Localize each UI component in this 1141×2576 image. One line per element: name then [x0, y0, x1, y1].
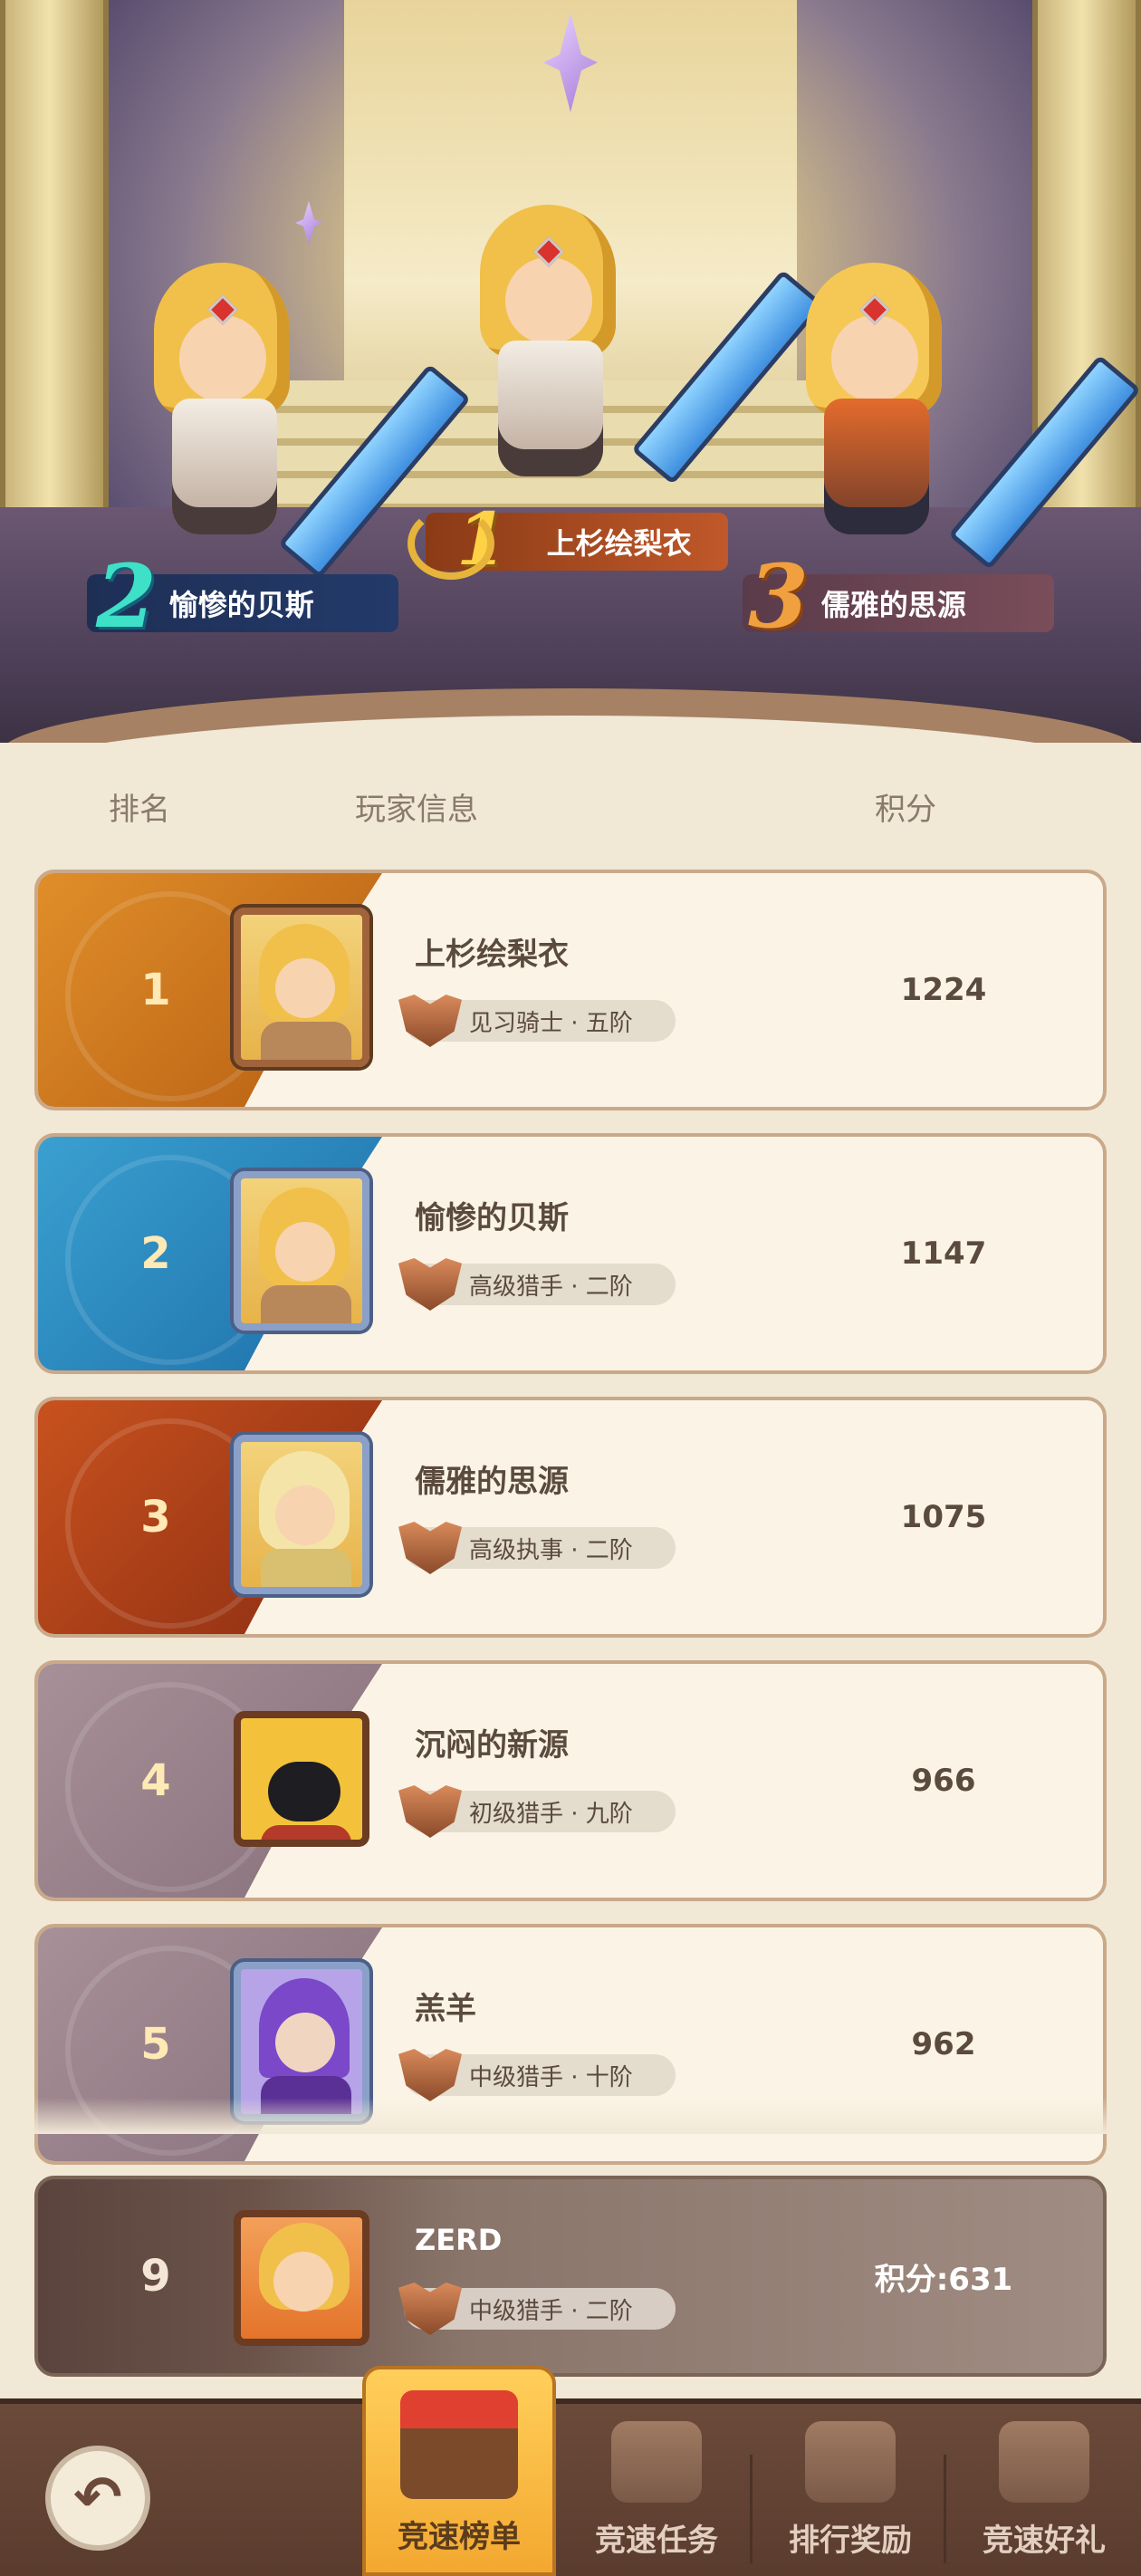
rank-badge-icon — [398, 2283, 462, 2335]
player-title: 高级执事 · 二阶 — [398, 1522, 676, 1574]
tab-race-ranking[interactable]: 竞速榜单 — [362, 2366, 556, 2576]
player-title-text: 中级猎手 · 十阶 — [469, 2063, 633, 2091]
ranking-row[interactable]: 2 愉惨的贝斯 高级猎手 · 二阶 1147 — [34, 1133, 1107, 1374]
player-title-text: 高级猎手 · 二阶 — [469, 1273, 633, 1301]
rank-number: 4 — [140, 1755, 171, 1806]
podium-hero: 2 愉惨的贝斯 1 上杉绘梨衣 3 儒雅的思源 — [0, 0, 1141, 743]
back-arrow-icon: ↶ — [73, 2465, 122, 2532]
rank-badge-icon — [398, 1785, 462, 1838]
tab-race-tasks[interactable]: 竞速任务 — [560, 2417, 753, 2576]
player-score: 1224 — [900, 972, 987, 1008]
player-score: 966 — [911, 1763, 976, 1799]
column-header-player: 玩家信息 — [355, 792, 478, 828]
crystal-icon — [295, 201, 322, 245]
gift-box-icon — [805, 2421, 896, 2503]
avatar[interactable] — [234, 908, 369, 1067]
player-title: 初级猎手 · 九阶 — [398, 1785, 676, 1838]
podium-character-2[interactable] — [136, 263, 472, 580]
my-player-title-text: 中级猎手 · 二阶 — [469, 2297, 633, 2325]
tab-label: 竞速任务 — [595, 2523, 718, 2559]
podium-player-name: 愉惨的贝斯 — [168, 588, 314, 622]
list-fade — [0, 2098, 1141, 2134]
player-score: 1075 — [900, 1499, 987, 1535]
podium-rank-number: 2 — [96, 545, 157, 648]
rank-badge-icon — [398, 1258, 462, 1311]
player-title-text: 见习骑士 · 五阶 — [469, 1009, 633, 1037]
podium-tag-2: 2 愉惨的贝斯 — [87, 553, 398, 640]
tab-label: 竞速好礼 — [983, 2523, 1106, 2559]
rank-badge-icon — [398, 1522, 462, 1574]
tab-race-gifts[interactable]: 竞速好礼 — [947, 2417, 1141, 2576]
treasure-bag-icon — [999, 2421, 1089, 2503]
avatar[interactable] — [234, 1171, 369, 1331]
tab-label: 排行奖励 — [789, 2523, 912, 2559]
podium-character-3[interactable] — [788, 263, 1141, 571]
player-name: 愉惨的贝斯 — [415, 1200, 569, 1236]
my-player-title: 中级猎手 · 二阶 — [398, 2283, 676, 2335]
player-name: 儒雅的思源 — [415, 1464, 569, 1500]
player-name: 羔羊 — [415, 1991, 476, 2027]
ranking-row[interactable]: 1 上杉绘梨衣 见习骑士 · 五阶 1224 — [34, 870, 1107, 1110]
my-ranking-row[interactable]: 9 ZERD 中级猎手 · 二阶 积分:631 — [34, 2176, 1107, 2377]
hall-pillar-left — [0, 0, 109, 580]
shop-stall-icon — [400, 2390, 518, 2499]
player-name: 上杉绘梨衣 — [415, 937, 569, 973]
player-title: 见习骑士 · 五阶 — [398, 995, 676, 1047]
back-button[interactable]: ↶ — [45, 2446, 150, 2551]
podium-tag-1: 1 上杉绘梨衣 — [408, 503, 728, 580]
avatar[interactable] — [234, 1711, 369, 1847]
my-player-name: ZERD — [415, 2223, 503, 2257]
rank-number: 2 — [140, 1228, 171, 1279]
podium-player-name: 儒雅的思源 — [820, 588, 966, 622]
player-name: 沉闷的新源 — [415, 1727, 569, 1764]
avatar[interactable] — [234, 1435, 369, 1594]
column-header-score: 积分 — [875, 792, 936, 828]
player-title-text: 高级执事 · 二阶 — [469, 1536, 633, 1564]
my-rank-number: 9 — [140, 2251, 171, 2302]
column-header-rank: 排名 — [109, 792, 170, 828]
player-title: 高级猎手 · 二阶 — [398, 1258, 676, 1311]
player-score: 1147 — [900, 1235, 987, 1272]
tab-label: 竞速榜单 — [398, 2519, 521, 2555]
podium-rank-number: 3 — [748, 545, 809, 648]
my-score: 积分:631 — [874, 2261, 1013, 2298]
rank-number: 3 — [140, 1492, 171, 1543]
tab-rank-rewards[interactable]: 排行奖励 — [753, 2417, 947, 2576]
my-avatar[interactable] — [234, 2210, 369, 2346]
player-title: 中级猎手 · 十阶 — [398, 2049, 676, 2101]
laurel-icon — [408, 507, 494, 580]
player-title-text: 初级猎手 · 九阶 — [469, 1800, 633, 1828]
podium-player-name: 上杉绘梨衣 — [546, 526, 692, 561]
rank-badge-icon — [398, 995, 462, 1047]
ranking-row[interactable]: 4 沉闷的新源 初级猎手 · 九阶 966 — [34, 1660, 1107, 1901]
podium-tag-3: 3 儒雅的思源 — [743, 553, 1054, 640]
rank-badge-icon — [398, 2049, 462, 2101]
basket-icon — [611, 2421, 702, 2503]
podium-character-1[interactable] — [462, 205, 825, 495]
ranking-row[interactable]: 3 儒雅的思源 高级执事 · 二阶 1075 — [34, 1397, 1107, 1638]
rank-number: 1 — [140, 965, 171, 1015]
